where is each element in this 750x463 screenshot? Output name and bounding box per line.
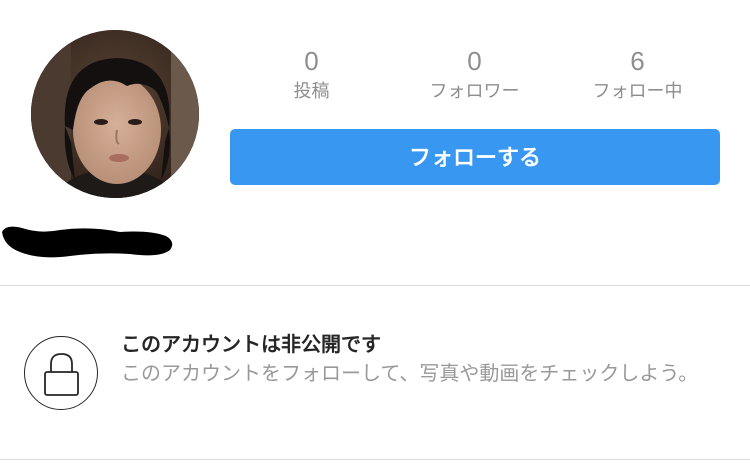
posts-count: 0 <box>304 46 319 76</box>
profile-stats: 0 投稿 0 フォロワー 6 フォロー中 <box>230 44 720 114</box>
following-label: フォロー中 <box>592 81 683 102</box>
private-account-notice: このアカウントは非公開です このアカウントをフォローして、写真や動画をチェックし… <box>0 286 750 459</box>
follow-button[interactable]: フォローする <box>230 129 720 185</box>
following-count: 6 <box>630 46 645 76</box>
stat-following[interactable]: 6 フォロー中 <box>556 44 719 104</box>
followers-label: フォロワー <box>429 81 520 102</box>
private-description: このアカウントをフォローして、写真や動画をチェックしよう。 <box>121 361 699 385</box>
lock-icon <box>24 336 98 410</box>
section-divider-bottom <box>0 459 750 460</box>
posts-label: 投稿 <box>293 81 330 102</box>
profile-avatar[interactable] <box>31 30 199 198</box>
followers-count: 0 <box>467 46 482 76</box>
avatar-image <box>31 30 199 198</box>
redacted-username <box>0 218 180 262</box>
profile-header: 0 投稿 0 フォロワー 6 フォロー中 フォローする <box>0 0 750 286</box>
stat-posts[interactable]: 0 投稿 <box>230 44 393 104</box>
private-title: このアカウントは非公開です <box>121 332 381 356</box>
stat-followers[interactable]: 0 フォロワー <box>393 44 556 104</box>
